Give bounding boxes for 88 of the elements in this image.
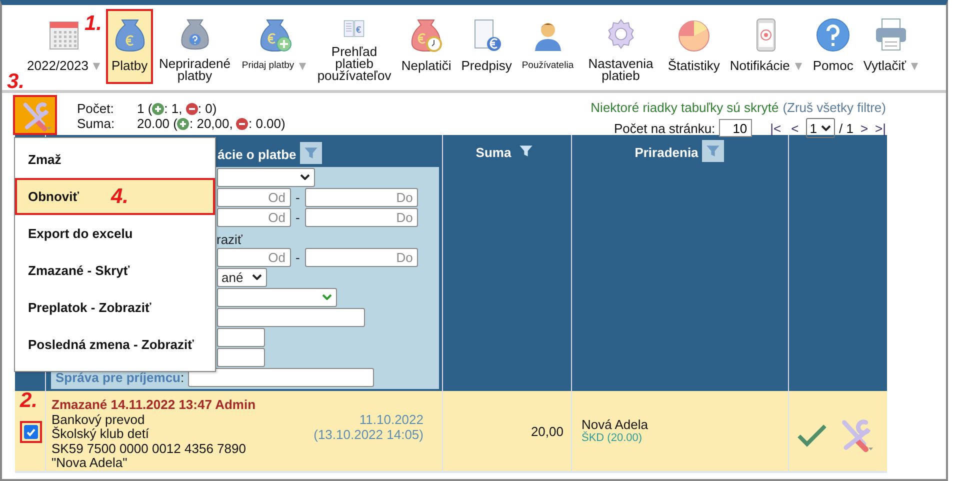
amount-cell-text: 20,00 <box>530 423 564 439</box>
stat-total: 1 ( <box>137 101 152 116</box>
menu-item[interactable]: Zmaž <box>15 141 215 178</box>
toolbar-item[interactable]: Nepriradené platby <box>152 9 237 84</box>
chevron-icon <box>820 125 831 131</box>
menu-item[interactable]: Posledná zmena - Zobraziť <box>15 326 215 363</box>
from-field[interactable]: Od <box>216 188 290 206</box>
minus-icon <box>236 118 248 130</box>
checkbox[interactable] <box>24 425 38 439</box>
toolbar-item[interactable]: Vytlačiť <box>858 9 924 84</box>
checkmark-icon[interactable] <box>796 423 826 447</box>
column-title: Suma <box>476 144 512 160</box>
stat-minus: : 0.00) <box>248 116 286 131</box>
stat-plus: : 20,00, <box>189 116 233 131</box>
to-field[interactable]: Do <box>304 208 418 226</box>
payment-detail: "Nova Adela" <box>52 456 128 470</box>
menu-item[interactable]: Preplatok - Zobraziť <box>15 289 215 326</box>
toolbar-item[interactable]: Prehľad platieb používateľov <box>312 9 396 84</box>
stat-label: Počet: <box>77 101 115 116</box>
toolbar-item[interactable]: Pomoc <box>808 9 858 84</box>
prev-page-link[interactable]: < <box>791 120 799 136</box>
toolbar-item[interactable]: Štatistiky <box>662 9 725 84</box>
menu-item[interactable]: Zmazané - Skryť <box>15 252 215 289</box>
column-title: ácie o platbe <box>218 146 296 162</box>
filter-label: raziť <box>216 232 242 246</box>
assignee-name: Nová Adela <box>582 417 649 432</box>
payment-detail: Školský klub detí <box>52 427 150 442</box>
dropdown-icon <box>910 62 920 70</box>
toolbar-item[interactable]: Nastavenia platieb <box>578 9 663 84</box>
toolbar-item[interactable]: Notifikácie <box>724 9 808 84</box>
stat-total: 20.00 ( <box>137 116 178 131</box>
filter-field[interactable] <box>216 348 264 366</box>
dropdown-icon <box>92 62 102 70</box>
filter-select[interactable] <box>216 288 336 306</box>
dropdown-icon <box>794 62 803 70</box>
last-page-link[interactable]: >| <box>875 120 886 136</box>
column-title: Priradenia <box>634 144 698 160</box>
step-marker: 1. <box>84 13 102 35</box>
payment-detail: SK59 7500 0000 0012 4356 7890 <box>52 442 247 456</box>
deleted-status: Zmazané 14.11.2022 13:47 Admin <box>52 398 256 412</box>
hidden-rows-notice: Niektoré riadky tabuľky sú skryté <box>590 100 779 115</box>
from-field[interactable]: Od <box>216 248 290 266</box>
toolbar-item[interactable]: Používatelia <box>516 9 579 84</box>
chevron-icon <box>252 274 262 280</box>
created-date: (13.10.2022 14:05) <box>314 428 424 442</box>
assignment-detail: ŠKD (20.00) <box>582 432 644 444</box>
toolbar-item[interactable]: Predpisy <box>456 9 517 84</box>
per-page-field[interactable]: 10 <box>719 119 752 137</box>
step-marker: 4. <box>111 186 129 208</box>
filter-field[interactable] <box>216 328 264 346</box>
toolbar-item[interactable]: Neplatiči <box>396 9 456 84</box>
menu-item[interactable]: Obnoviť 4. <box>15 178 215 215</box>
payment-detail: Bankový prevod <box>52 412 146 427</box>
stat-label: Suma: <box>77 116 116 131</box>
filter-icon[interactable] <box>300 142 322 164</box>
minus-icon <box>186 102 198 114</box>
page-total: / 1 <box>838 120 854 136</box>
filter-label: Správa pre príjemcu <box>56 370 180 384</box>
to-field[interactable]: Do <box>304 248 418 266</box>
plus-icon <box>177 118 190 130</box>
page-select[interactable]: 1 <box>806 118 835 138</box>
help-icon <box>815 17 852 53</box>
payment-date: 11.10.2022 <box>358 413 424 428</box>
step-marker: 2. <box>20 390 38 412</box>
chevron-icon <box>300 174 310 180</box>
toolbar-item[interactable]: Pridaj platby <box>236 9 312 84</box>
filter-icon[interactable] <box>702 140 724 162</box>
dropdown-icon <box>298 62 308 70</box>
colon: : <box>180 370 184 384</box>
dash: - <box>296 250 300 264</box>
message-field[interactable] <box>188 368 374 386</box>
filter-select[interactable]: ané <box>216 268 266 286</box>
clear-filters-link[interactable]: (Zruš všetky filtre) <box>782 100 886 115</box>
dash: - <box>296 210 300 224</box>
menu-item[interactable]: Export do excelu <box>15 215 215 252</box>
to-field[interactable]: Do <box>304 188 418 206</box>
per-page-label: Počet na stránku: <box>614 120 716 136</box>
first-page-link[interactable]: |< <box>770 120 782 136</box>
plus-icon <box>152 102 164 114</box>
next-page-link[interactable]: > <box>860 120 868 136</box>
filter-field[interactable] <box>216 308 364 326</box>
stat-plus: : 1, <box>164 101 182 116</box>
step-marker: 3. <box>7 71 25 93</box>
chevron-icon <box>322 294 332 300</box>
dash: - <box>296 190 300 204</box>
stat-minus: : 0) <box>198 101 217 116</box>
filter-select[interactable] <box>216 168 314 186</box>
from-field[interactable]: Od <box>216 208 290 226</box>
